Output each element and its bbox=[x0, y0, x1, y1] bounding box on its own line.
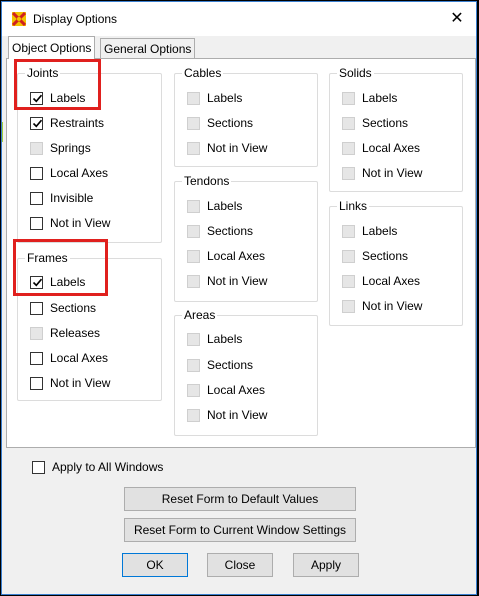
option-label: Labels bbox=[362, 224, 398, 238]
tab-object-options[interactable]: Object Options bbox=[8, 36, 96, 59]
reset-default-button[interactable]: Reset Form to Default Values bbox=[124, 487, 356, 511]
option-label: Sections bbox=[207, 116, 254, 130]
checkbox bbox=[342, 142, 355, 155]
option-label: Sections bbox=[362, 116, 409, 130]
option-label: Not in View bbox=[207, 274, 268, 288]
option-label: Sections bbox=[207, 358, 254, 372]
option-label: Local Axes bbox=[362, 141, 421, 155]
close-button[interactable]: Close bbox=[207, 553, 273, 577]
checkbox bbox=[342, 250, 355, 263]
option-label: Local Axes bbox=[207, 383, 266, 397]
checkbox bbox=[187, 275, 200, 288]
checkbox bbox=[342, 225, 355, 238]
checkbox bbox=[187, 117, 200, 130]
checkbox[interactable] bbox=[30, 217, 43, 230]
checkbox bbox=[187, 225, 200, 238]
option-label: Local Axes bbox=[207, 249, 266, 263]
areas-group: Areas Labels Sections Local Axes Not in … bbox=[174, 308, 318, 436]
reset-current-button[interactable]: Reset Form to Current Window Settings bbox=[124, 518, 356, 542]
solids-group: Solids Labels Sections Local Axes Not in… bbox=[329, 66, 463, 192]
checkbox bbox=[187, 409, 200, 422]
title-bar: Display Options ✕ bbox=[2, 2, 476, 36]
option-label: Sections bbox=[207, 224, 254, 238]
window-title: Display Options bbox=[33, 12, 118, 26]
areas-group-title: Areas bbox=[182, 308, 218, 322]
option-label: Local Axes bbox=[50, 351, 109, 365]
checkbox bbox=[187, 384, 200, 397]
cables-group-title: Cables bbox=[182, 66, 224, 80]
checkbox bbox=[30, 142, 43, 155]
option-label: Labels bbox=[362, 91, 398, 105]
option-label: Restraints bbox=[50, 116, 105, 130]
checkbox bbox=[187, 92, 200, 105]
checkbox[interactable] bbox=[30, 192, 43, 205]
option-label: Local Axes bbox=[50, 166, 109, 180]
close-icon[interactable]: ✕ bbox=[446, 8, 468, 30]
checkbox bbox=[342, 300, 355, 313]
checkbox bbox=[187, 333, 200, 346]
checkbox bbox=[187, 359, 200, 372]
option-label: Not in View bbox=[50, 376, 111, 390]
option-label: Not in View bbox=[362, 299, 423, 313]
checkbox bbox=[30, 327, 43, 340]
checkbox bbox=[187, 142, 200, 155]
option-label: Sections bbox=[362, 249, 409, 263]
highlight-box-frames-labels bbox=[13, 239, 108, 296]
solids-group-title: Solids bbox=[337, 66, 374, 80]
cables-group: Cables Labels Sections Not in View bbox=[174, 66, 318, 167]
checkbox bbox=[342, 275, 355, 288]
checkbox bbox=[342, 117, 355, 130]
checkbox bbox=[342, 167, 355, 180]
option-label: Sections bbox=[50, 301, 97, 315]
apply-to-all-windows-label: Apply to All Windows bbox=[52, 460, 164, 474]
checkbox[interactable] bbox=[30, 167, 43, 180]
checkbox bbox=[342, 92, 355, 105]
option-label: Labels bbox=[207, 199, 243, 213]
checkbox bbox=[187, 250, 200, 263]
display-options-window: Display Options ✕ Object Options General… bbox=[1, 1, 477, 595]
option-label: Labels bbox=[207, 91, 243, 105]
option-label: Labels bbox=[207, 332, 243, 346]
option-label: Springs bbox=[50, 141, 91, 155]
checkmark-icon bbox=[32, 119, 43, 128]
checkbox[interactable] bbox=[30, 377, 43, 390]
checkbox[interactable] bbox=[30, 352, 43, 365]
checkbox bbox=[187, 200, 200, 213]
option-label: Invisible bbox=[50, 191, 94, 205]
option-label: Local Axes bbox=[362, 274, 421, 288]
apply-button[interactable]: Apply bbox=[293, 553, 359, 577]
links-group-title: Links bbox=[337, 199, 370, 213]
links-group: Links Labels Sections Local Axes Not in … bbox=[329, 199, 463, 326]
tendons-group: Tendons Labels Sections Local Axes Not i… bbox=[174, 174, 318, 302]
app-logo-icon bbox=[12, 12, 26, 26]
option-label: Releases bbox=[50, 326, 101, 340]
checkbox[interactable] bbox=[30, 302, 43, 315]
apply-to-all-windows-checkbox[interactable] bbox=[32, 461, 45, 474]
tendons-group-title: Tendons bbox=[182, 174, 232, 188]
highlight-box-joints-labels bbox=[14, 59, 101, 110]
option-label: Not in View bbox=[362, 166, 423, 180]
background-edge-mark bbox=[2, 122, 3, 142]
option-label: Not in View bbox=[207, 408, 268, 422]
option-label: Not in View bbox=[207, 141, 268, 155]
option-label: Not in View bbox=[50, 216, 111, 230]
tab-general-options[interactable]: General Options bbox=[100, 38, 196, 58]
checkbox[interactable] bbox=[30, 117, 43, 130]
ok-button[interactable]: OK bbox=[122, 553, 188, 577]
